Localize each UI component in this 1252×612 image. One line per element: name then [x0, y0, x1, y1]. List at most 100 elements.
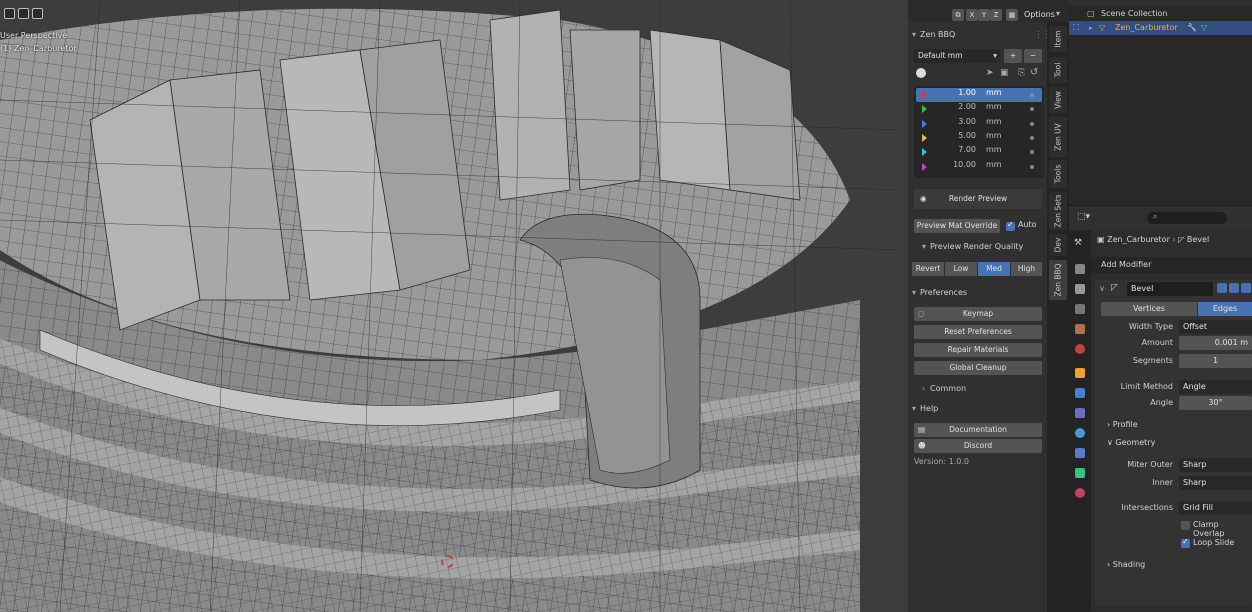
view-layer-tab-icon[interactable] — [1075, 304, 1085, 314]
affect-edges-button[interactable]: Edges — [1198, 302, 1252, 316]
data-tab-icon[interactable] — [1075, 468, 1085, 478]
carburetor-mesh[interactable] — [0, 0, 908, 612]
viewport-toggle-icon[interactable] — [1229, 283, 1239, 293]
edit-mode-toggle-icon[interactable] — [1217, 283, 1227, 293]
preset-dropdown[interactable]: Default mm ▾ — [914, 49, 1000, 63]
sidebar-tab-zen-bbq[interactable]: Zen BBQ — [1049, 260, 1067, 300]
intersections-dropdown[interactable]: Grid Fill — [1179, 501, 1252, 515]
axis-y-toggle[interactable]: Y — [978, 9, 990, 21]
row-dot-icon[interactable] — [1030, 164, 1034, 169]
select-arrow-icon[interactable]: ➤ — [986, 68, 994, 78]
profile-subpanel-header[interactable]: › Profile — [1107, 420, 1138, 429]
modifier-name-input[interactable]: Bevel — [1127, 282, 1213, 296]
wrench-icon[interactable]: 🔧 — [1187, 21, 1197, 35]
axis-z-toggle[interactable]: Z — [990, 9, 1002, 21]
bevel-width-row[interactable]: 5.00 mm — [916, 131, 1042, 145]
preferences-header[interactable]: ▾ Preferences — [912, 288, 967, 297]
limit-method-dropdown[interactable]: Angle — [1179, 380, 1252, 394]
scene-tab-icon[interactable] — [1075, 324, 1085, 334]
keymap-button[interactable]: ◌ Keymap — [914, 307, 1042, 321]
angle-field[interactable]: 30° — [1179, 396, 1252, 410]
row-dot-icon[interactable] — [1030, 135, 1034, 140]
sidebar-tab-item[interactable]: Item — [1049, 26, 1067, 52]
help-header[interactable]: ▾ Help — [912, 404, 938, 413]
select-mode-icon[interactable] — [18, 8, 29, 19]
sidebar-tab-tools[interactable]: Tools — [1049, 160, 1067, 188]
reset-preferences-button[interactable]: Reset Preferences — [914, 325, 1042, 339]
miter-inner-dropdown[interactable]: Sharp — [1179, 476, 1252, 490]
options-menu[interactable]: Options — [1024, 10, 1055, 19]
snap-icon[interactable]: ▦ — [1006, 9, 1018, 21]
quality-med-button[interactable]: Med — [978, 262, 1010, 276]
editor-type-icon[interactable]: ⬚▾ — [1077, 212, 1090, 222]
row-dot-icon[interactable] — [1030, 93, 1034, 97]
sidebar-tab-view[interactable]: View — [1049, 87, 1067, 113]
chevron-down-icon[interactable]: ∨ — [1099, 284, 1105, 293]
chevron-right-icon[interactable]: ▸ — [1089, 21, 1093, 35]
discord-button[interactable]: ☻ Discord — [914, 439, 1042, 453]
quality-high-button[interactable]: High — [1011, 262, 1042, 276]
material-tab-icon[interactable] — [1075, 488, 1085, 498]
sidebar-tab-zen-uv[interactable]: Zen UV — [1049, 117, 1067, 157]
row-dot-icon[interactable] — [1030, 150, 1034, 155]
bevel-width-row[interactable]: 3.00 mm — [916, 117, 1042, 131]
zen-bbq-header[interactable]: ▾ Zen BBQ — [912, 30, 955, 39]
geometry-subpanel-header[interactable]: ∨ Geometry — [1107, 438, 1155, 447]
documentation-button[interactable]: ▤ Documentation — [914, 423, 1042, 437]
preview-mat-override-button[interactable]: Preview Mat Override — [914, 219, 1000, 233]
miter-outer-dropdown[interactable]: Sharp — [1179, 458, 1252, 472]
mesh-data-icon[interactable]: ▽ — [1201, 21, 1207, 35]
select-mode-icon[interactable] — [4, 8, 15, 19]
segments-field[interactable]: 1 — [1179, 354, 1252, 368]
bevel-width-row[interactable]: 7.00 mm — [916, 145, 1042, 159]
row-dot-icon[interactable] — [1030, 107, 1034, 112]
repair-materials-button[interactable]: Repair Materials — [914, 343, 1042, 357]
bevel-width-row[interactable]: 10.00 mm — [916, 160, 1042, 174]
render-tab-icon[interactable] — [1075, 264, 1085, 274]
object-tab-icon[interactable] — [1075, 368, 1085, 378]
sidebar-tab-zen-sets[interactable]: Zen Sets — [1049, 192, 1067, 230]
tool-tab-icon[interactable]: ⚒ — [1074, 238, 1082, 248]
shading-subpanel-header[interactable]: › Shading — [1107, 560, 1145, 569]
output-tab-icon[interactable] — [1075, 284, 1085, 294]
remove-preset-button[interactable]: − — [1024, 49, 1042, 63]
constraints-tab-icon[interactable] — [1075, 448, 1085, 458]
bevel-width-row[interactable]: 1.00 mm — [916, 88, 1042, 102]
modifier-tab-icon[interactable] — [1075, 388, 1085, 398]
render-toggle-icon[interactable] — [1241, 283, 1251, 293]
mirror-icon[interactable]: ⧉ — [952, 9, 964, 21]
sidebar-tab-tool[interactable]: Tool — [1049, 57, 1067, 83]
3d-viewport[interactable]: User Perspective (1) Zen_Carburetor — [0, 0, 908, 612]
auto-checkbox[interactable] — [1006, 220, 1015, 231]
clamp-overlap-checkbox[interactable] — [1181, 521, 1190, 530]
add-modifier-button[interactable]: Add Modifier — [1091, 257, 1252, 273]
material-sphere-icon[interactable] — [916, 68, 926, 78]
axis-x-toggle[interactable]: X — [966, 9, 978, 21]
refresh-icon[interactable]: ↺ — [1030, 67, 1038, 78]
select-mode-icon[interactable] — [32, 8, 43, 19]
physics-tab-icon[interactable] — [1075, 428, 1085, 438]
3d-cursor-icon[interactable] — [441, 555, 454, 568]
render-preview-button[interactable]: ◉ Render Preview — [914, 189, 1042, 209]
global-cleanup-button[interactable]: Global Cleanup — [914, 361, 1042, 375]
add-preset-button[interactable]: + — [1004, 49, 1022, 63]
row-dot-icon[interactable] — [1030, 121, 1034, 126]
outliner-row-scene-collection[interactable]: ▢ Scene Collection — [1069, 7, 1252, 21]
copy-icon[interactable]: ⎘ — [1018, 68, 1025, 78]
outliner[interactable]: ▢ Scene Collection ⛶ ▸ ▽ Zen_Carburetor … — [1069, 0, 1252, 205]
affect-vertices-button[interactable]: Vertices — [1101, 302, 1197, 316]
common-header[interactable]: › Common — [922, 384, 966, 393]
select-box-icon[interactable]: ▣ — [1000, 68, 1009, 78]
quality-revert-button[interactable]: Revert — [912, 262, 944, 276]
world-tab-icon[interactable] — [1075, 344, 1085, 354]
preview-quality-header[interactable]: ▾ Preview Render Quality — [922, 242, 1023, 251]
properties-search-input[interactable]: ⌕ — [1147, 212, 1227, 224]
outliner-row-object[interactable]: ⛶ ▸ ▽ Zen_Carburetor 🔧 ▽ — [1069, 21, 1252, 35]
sidebar-tab-dev[interactable]: Dev — [1049, 234, 1067, 256]
amount-field[interactable]: 0.001 m — [1179, 336, 1252, 350]
loop-slide-checkbox[interactable] — [1181, 537, 1190, 548]
width-type-dropdown[interactable]: Offset — [1179, 320, 1252, 334]
quality-low-button[interactable]: Low — [945, 262, 977, 276]
bevel-width-row[interactable]: 2.00 mm — [916, 102, 1042, 116]
particles-tab-icon[interactable] — [1075, 408, 1085, 418]
